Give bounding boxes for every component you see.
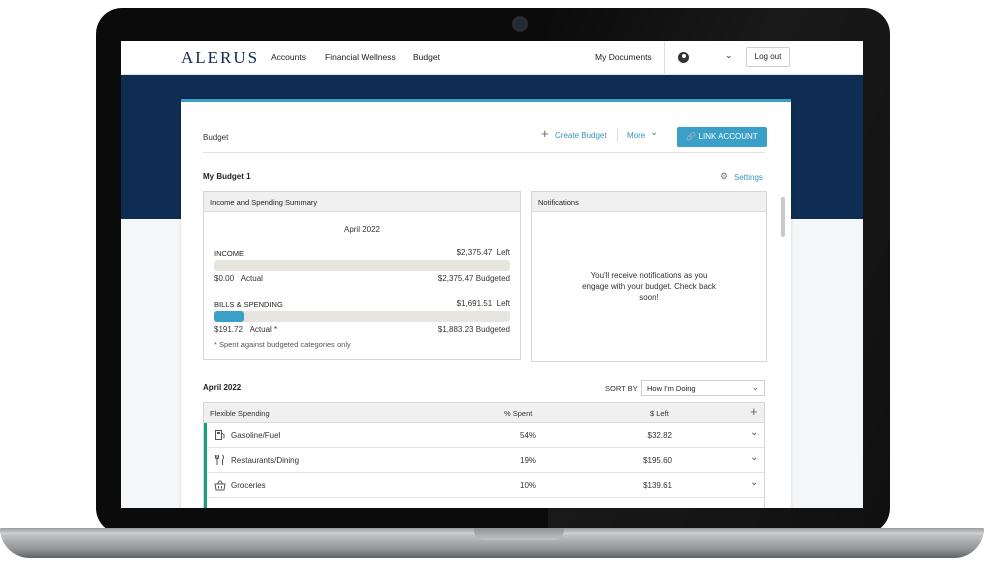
category-pct-spent: 10% [520, 481, 537, 490]
basket-icon [214, 480, 226, 491]
nav-budget[interactable]: Budget [413, 52, 440, 62]
category-accent [204, 473, 207, 498]
chevron-down-icon[interactable]: ⌄ [750, 427, 758, 438]
webcam [512, 16, 528, 32]
nav-divider [664, 41, 665, 75]
notifications-panel-title: Notifications [532, 192, 766, 212]
category-pct-spent: 54% [520, 431, 537, 440]
nav-financial-wellness[interactable]: Financial Wellness [325, 52, 396, 62]
notifications-line-1: You'll receive notifications as you [590, 271, 708, 280]
category-name: Groceries [231, 481, 266, 490]
bills-actual: $191.72 Actual * [214, 325, 278, 334]
user-icon[interactable] [678, 52, 689, 63]
spending-table: Flexible Spending % Spent $ Left + Gasol… [203, 402, 765, 508]
header-dollars-left: $ Left [650, 409, 669, 418]
category-accent [204, 498, 207, 508]
income-actual: $0.00 Actual [214, 274, 263, 283]
category-dollars-left: $195.60 [643, 456, 672, 465]
income-budgeted: $2,375.47 Budgeted [437, 274, 510, 283]
income-progress-track [214, 260, 510, 271]
alerus-logo[interactable]: ALERUS [181, 48, 259, 68]
header-rule [203, 152, 765, 153]
budget-card: Budget + Create Budget More ⌄ 🔗 LINK ACC… [181, 99, 791, 508]
summary-panel: Income and Spending Summary April 2022 I… [203, 191, 521, 360]
link-account-label: LINK ACCOUNT [698, 132, 758, 141]
plus-icon[interactable]: + [541, 126, 549, 141]
sort-by-value: How I'm Doing [647, 384, 696, 393]
summary-panel-title: Income and Spending Summary [204, 192, 520, 212]
nav-accounts[interactable]: Accounts [271, 52, 306, 62]
chevron-down-icon[interactable]: ⌄ [725, 50, 733, 61]
header-pct-spent: % Spent [504, 409, 533, 418]
table-header: Flexible Spending % Spent $ Left + [204, 403, 764, 423]
list-month: April 2022 [203, 383, 242, 392]
link-icon: 🔗 [686, 132, 697, 141]
table-row[interactable]: Gasoline/Fuel 54% $32.82 ⌄ [204, 423, 764, 448]
income-label: INCOME [214, 249, 244, 258]
add-category-icon[interactable]: + [750, 404, 758, 419]
category-accent [204, 448, 207, 473]
table-row[interactable]: Restaurants/Dining 19% $195.60 ⌄ [204, 448, 764, 473]
utensils-icon [215, 454, 224, 465]
budget-name: My Budget 1 [203, 172, 251, 181]
category-name: Restaurants/Dining [231, 456, 300, 465]
category-name: Gasoline/Fuel [231, 431, 281, 440]
notifications-line-2: engage with your budget. Check back [582, 282, 716, 291]
nav-my-documents[interactable]: My Documents [595, 52, 652, 62]
chevron-down-icon[interactable]: ⌄ [650, 127, 658, 138]
sort-by-select[interactable]: How I'm Doing ⌄ [641, 380, 765, 396]
sort-by-label: SORT BY [605, 384, 638, 393]
bills-left: $1,691.51 Left [456, 299, 510, 308]
logout-button[interactable]: Log out [746, 47, 790, 67]
top-navigation: ALERUS Accounts Financial Wellness Budge… [121, 41, 863, 75]
laptop-notch [474, 528, 564, 540]
chevron-down-icon[interactable]: ⌄ [750, 452, 758, 463]
fuel-pump-icon [215, 430, 225, 440]
table-row[interactable]: Groceries 10% $139.61 ⌄ [204, 473, 764, 498]
category-dollars-left: $139.61 [643, 481, 672, 490]
summary-month: April 2022 [343, 225, 381, 234]
header-divider [617, 128, 618, 142]
table-row[interactable] [204, 498, 764, 508]
category-pct-spent: 19% [520, 456, 537, 465]
scrollbar-thumb[interactable] [781, 197, 785, 237]
header-category: Flexible Spending [210, 409, 270, 418]
category-dollars-left: $32.82 [647, 431, 672, 440]
bills-label: BILLS & SPENDING [214, 300, 283, 309]
settings-link[interactable]: Settings [734, 173, 763, 182]
screen: ALERUS Accounts Financial Wellness Budge… [121, 41, 863, 508]
bills-progress-fill [214, 311, 245, 322]
page-title: Budget [203, 133, 229, 142]
category-accent [204, 423, 207, 448]
more-menu[interactable]: More [627, 131, 645, 140]
notifications-line-3: soon! [639, 293, 659, 302]
bills-progress-track [214, 311, 510, 322]
notifications-panel: Notifications You'll receive notificatio… [531, 191, 767, 362]
link-account-button[interactable]: 🔗 LINK ACCOUNT [677, 127, 767, 147]
chevron-down-icon: ⌄ [751, 382, 759, 392]
create-budget-link[interactable]: Create Budget [555, 131, 607, 140]
bills-budgeted: $1,883.23 Budgeted [437, 325, 510, 334]
summary-footnote: * Spent against budgeted categories only [214, 340, 351, 349]
chevron-down-icon[interactable]: ⌄ [750, 477, 758, 488]
gear-icon[interactable]: ⚙ [720, 171, 728, 182]
income-left: $2,375.47 Left [456, 248, 510, 257]
